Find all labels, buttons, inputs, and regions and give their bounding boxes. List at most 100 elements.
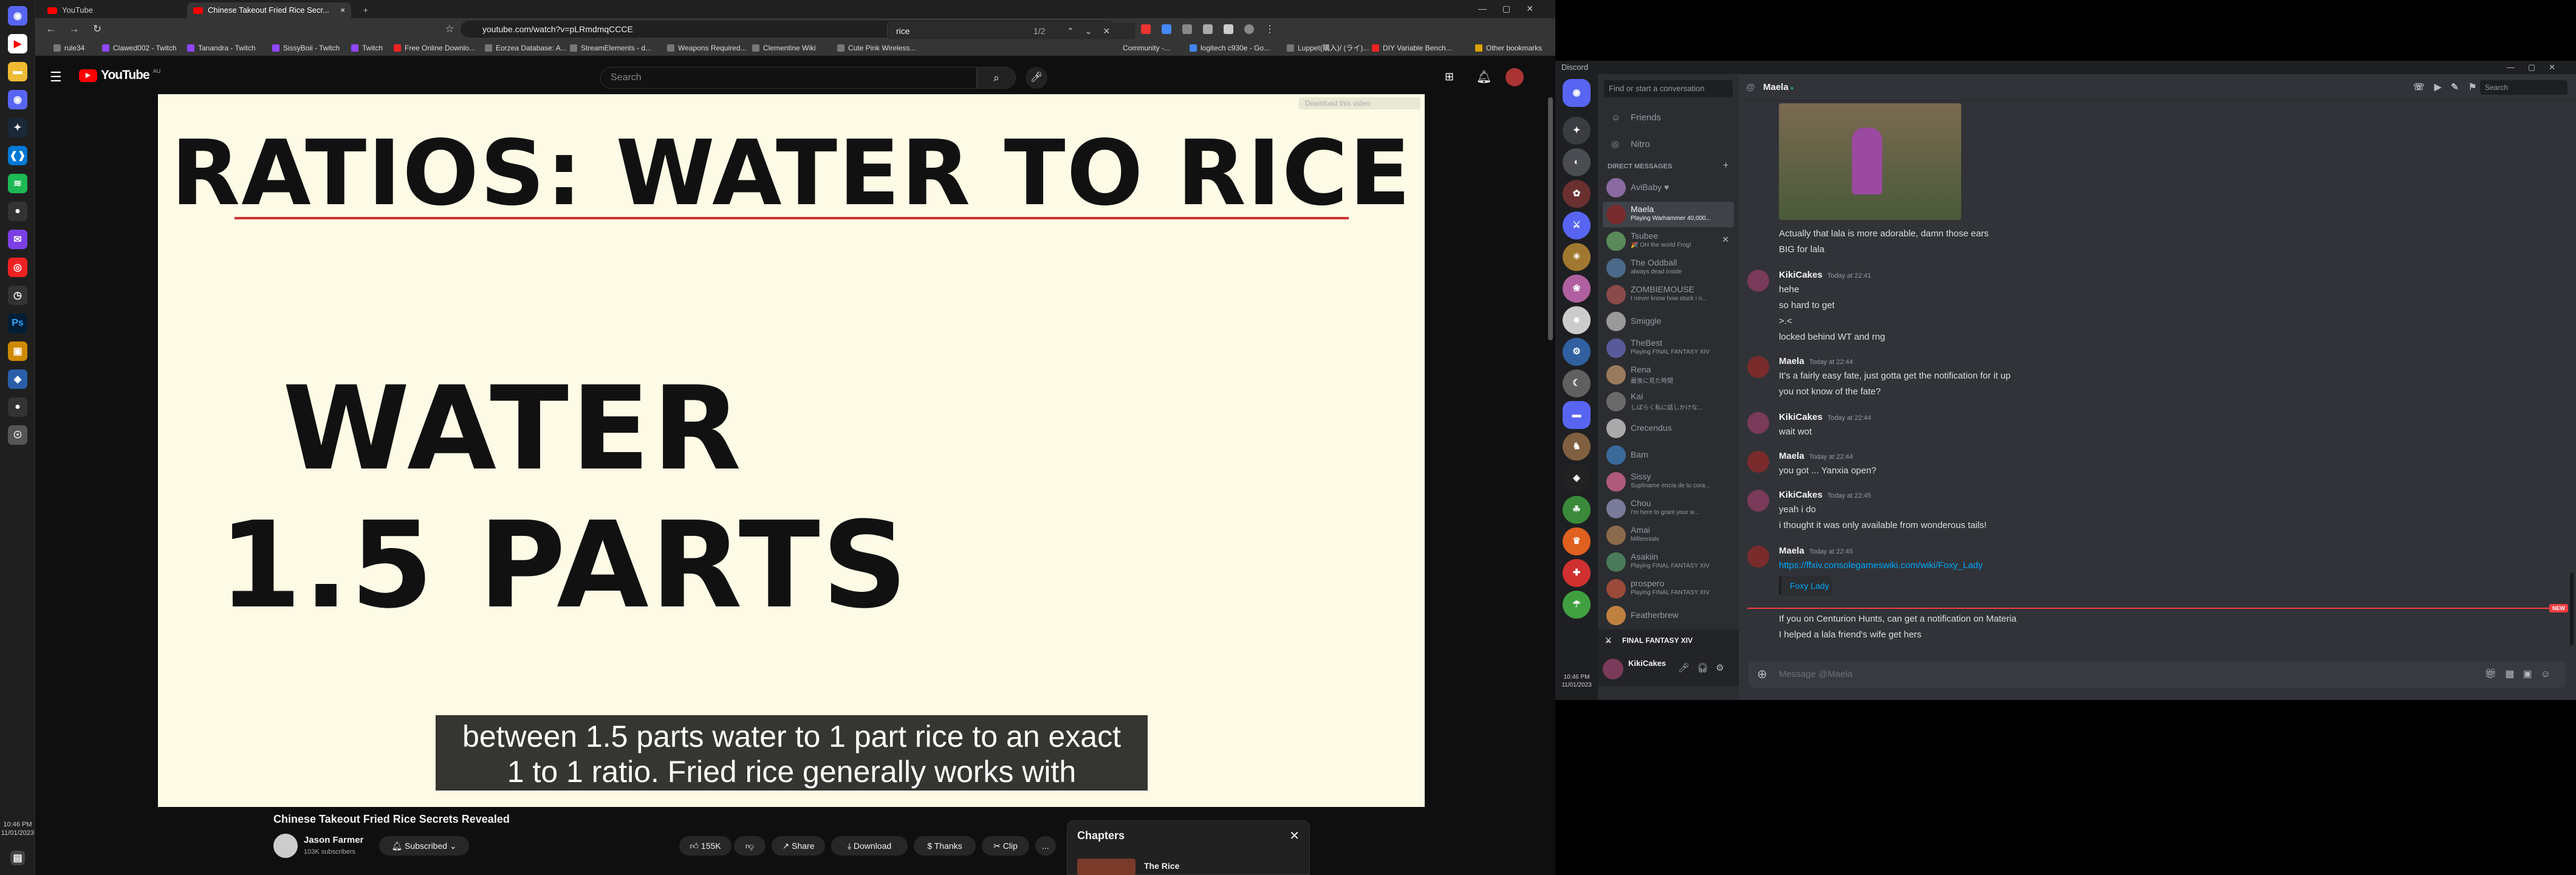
messenger-icon[interactable]: ✉ bbox=[8, 230, 27, 249]
home-icon[interactable]: ◉ bbox=[1563, 79, 1591, 107]
server-icon[interactable]: ☂ bbox=[1563, 591, 1591, 619]
folder-icon[interactable]: ▬ bbox=[8, 62, 27, 81]
dislike-button[interactable]: 👎︎ bbox=[734, 836, 766, 856]
chapter-title[interactable]: The Rice bbox=[1144, 861, 1179, 871]
puzzle-icon[interactable] bbox=[1224, 24, 1233, 34]
dm-item[interactable]: Crecendus bbox=[1603, 416, 1734, 441]
discord-app-icon[interactable]: ◉ bbox=[8, 90, 27, 109]
obs-icon[interactable]: ● bbox=[8, 202, 27, 221]
bell-icon[interactable]: 🔔︎ bbox=[1476, 69, 1492, 84]
extension-icon[interactable] bbox=[1141, 24, 1151, 34]
microphone-icon[interactable]: 🎤︎ bbox=[1026, 67, 1047, 89]
back-button[interactable]: ← bbox=[44, 22, 58, 36]
dm-item[interactable]: Smiggle bbox=[1603, 309, 1734, 334]
other-bookmarks[interactable]: Other bookmarks bbox=[1475, 43, 1542, 53]
dm-item[interactable]: Maela Playing Warhammer 40,000... bbox=[1603, 202, 1734, 227]
activity-bar[interactable]: ⚔ FINAL FANTASY XIV bbox=[1598, 630, 1739, 651]
server-icon[interactable]: ♞ bbox=[1563, 433, 1591, 461]
server-icon[interactable]: ✚ bbox=[1563, 559, 1591, 587]
dm-item[interactable]: Asakiin Playing FINAL FANTASY XIV bbox=[1603, 549, 1734, 575]
youtube-search-input[interactable]: Search bbox=[600, 67, 977, 89]
photoshop-icon[interactable]: Ps bbox=[8, 314, 27, 333]
avatar[interactable] bbox=[1747, 270, 1769, 292]
share-button[interactable]: ↗ Share bbox=[772, 836, 825, 856]
dm-item[interactable]: The Oddball always dead inside bbox=[1603, 255, 1734, 281]
server-icon[interactable]: ⚙ bbox=[1563, 338, 1591, 366]
find-bar[interactable]: rice 1/2 ⌃⌄✕ bbox=[887, 22, 1136, 40]
bookmark-item[interactable]: Community -... bbox=[1123, 43, 1170, 53]
video-player[interactable]: Download this video RATIOS: WATER TO RIC… bbox=[158, 94, 1425, 807]
bookmark-item[interactable]: Twitch bbox=[351, 43, 383, 53]
clip-button[interactable]: ✂ Clip bbox=[982, 836, 1029, 856]
bookmark-item[interactable]: DIY Variable Bench... bbox=[1372, 43, 1452, 53]
new-tab-button[interactable]: + bbox=[357, 2, 372, 18]
channel-name[interactable]: Jason Farmer bbox=[304, 835, 363, 845]
find-conversation-input[interactable]: Find or start a conversation bbox=[1604, 80, 1733, 97]
window-controls[interactable]: —▢✕ bbox=[2507, 61, 2569, 74]
message-link[interactable]: https://ffxiv.consolegameswiki.com/wiki/… bbox=[1779, 560, 1982, 571]
close-tab-icon[interactable]: × bbox=[340, 2, 345, 18]
extension-icon[interactable] bbox=[1203, 24, 1213, 34]
menu-dots-icon[interactable]: ⋮ bbox=[1265, 23, 1275, 35]
more-actions-button[interactable]: ... bbox=[1035, 836, 1056, 856]
server-icon[interactable]: ◈ bbox=[1563, 464, 1591, 492]
profile-icon[interactable] bbox=[1244, 24, 1254, 34]
like-button[interactable]: 👍︎ 155K bbox=[679, 836, 731, 856]
server-icon[interactable]: ☻ bbox=[1563, 306, 1591, 334]
message-author[interactable]: KikiCakes Today at 22:45 bbox=[1779, 490, 1871, 500]
avatar[interactable] bbox=[1747, 451, 1769, 473]
message-author[interactable]: KikiCakes Today at 22:41 bbox=[1779, 270, 1871, 280]
server-icon[interactable]: ◐ bbox=[1563, 148, 1591, 176]
extension-icon[interactable] bbox=[1162, 24, 1171, 34]
message-author[interactable]: KikiCakes Today at 22:44 bbox=[1779, 412, 1871, 422]
forward-button[interactable]: → bbox=[67, 22, 81, 36]
window-controls[interactable]: —▢✕ bbox=[1478, 4, 1549, 14]
dm-item[interactable]: Rena 最後に見た時間 bbox=[1603, 362, 1734, 388]
close-dm-icon[interactable]: ✕ bbox=[1722, 235, 1729, 245]
notification-icon[interactable]: ▤ bbox=[10, 851, 25, 865]
download-chip[interactable]: Download this video bbox=[1299, 97, 1420, 109]
subscribed-button[interactable]: 🔔︎ Subscribed ⌄ bbox=[379, 836, 469, 856]
hamburger-icon[interactable]: ☰ bbox=[50, 69, 62, 85]
create-icon[interactable]: ⊞ bbox=[1445, 70, 1454, 83]
bookmark-item[interactable]: Cute Pink Wireless... bbox=[837, 43, 916, 53]
close-icon[interactable]: ✕ bbox=[1289, 828, 1300, 843]
dm-item[interactable]: Amai Millennials bbox=[1603, 523, 1734, 548]
message-author[interactable]: Maela Today at 22:44 bbox=[1779, 356, 1853, 366]
bookmark-item[interactable]: Clementine Wiki bbox=[752, 43, 816, 53]
server-icon[interactable]: ❀ bbox=[1563, 275, 1591, 303]
vscode-icon[interactable]: ❰❱ bbox=[8, 146, 27, 165]
avatar[interactable] bbox=[1747, 356, 1769, 378]
server-icon[interactable]: ☾ bbox=[1563, 369, 1591, 397]
dm-item[interactable]: TheBest Playing FINAL FANTASY XIV bbox=[1603, 335, 1734, 361]
thanks-button[interactable]: $ Thanks bbox=[914, 836, 976, 856]
youtube-logo[interactable]: ▶ YouTube AU bbox=[79, 68, 160, 83]
chat-search-input[interactable]: Search bbox=[2480, 80, 2567, 95]
download-button[interactable]: ⤓ Download bbox=[831, 836, 908, 856]
message-author[interactable]: Maela Today at 22:44 bbox=[1779, 451, 1853, 461]
input-actions[interactable]: 🎁︎▦▣☺ bbox=[2484, 661, 2559, 688]
discord-icon[interactable]: ◉ bbox=[8, 6, 27, 26]
server-icon[interactable]: ⚔ bbox=[1563, 211, 1591, 239]
tab-video[interactable]: Chinese Takeout Fried Rice Secr... × bbox=[187, 2, 351, 18]
chat-scrollbar[interactable] bbox=[2570, 572, 2574, 645]
message-input[interactable]: ⊕ Message @Maela 🎁︎▦▣☺ bbox=[1749, 661, 2566, 688]
avatar[interactable] bbox=[1747, 546, 1769, 568]
avatar[interactable] bbox=[1747, 412, 1769, 434]
server-icon[interactable]: ☀ bbox=[1563, 243, 1591, 271]
reload-button[interactable]: ↻ bbox=[90, 22, 104, 36]
youtube-icon[interactable]: ▶ bbox=[8, 34, 27, 53]
bookmark-item[interactable]: Eorzea Database: A... bbox=[485, 43, 567, 53]
new-dm-icon[interactable]: + bbox=[1723, 160, 1728, 171]
friends-nav[interactable]: ☺ Friends bbox=[1603, 106, 1734, 130]
server-icon[interactable]: ✦ bbox=[1563, 117, 1591, 145]
dm-item[interactable]: Tsubee 🎉 OH the world Frog! ✕ bbox=[1603, 228, 1734, 254]
dm-item[interactable]: Kai しばらく私に話しかけな... bbox=[1603, 389, 1734, 414]
avatar[interactable] bbox=[1747, 490, 1769, 512]
extension-icon[interactable] bbox=[1182, 24, 1192, 34]
scrollbar[interactable] bbox=[1548, 97, 1553, 340]
bookmark-item[interactable]: Tanandra - Twitch bbox=[187, 43, 256, 53]
find-nav-icons[interactable]: ⌃⌄✕ bbox=[1067, 22, 1121, 39]
app-icon[interactable]: ◎ bbox=[8, 258, 27, 277]
bookmark-item[interactable]: Luppet(購入)/ (ライ)... bbox=[1287, 43, 1369, 53]
